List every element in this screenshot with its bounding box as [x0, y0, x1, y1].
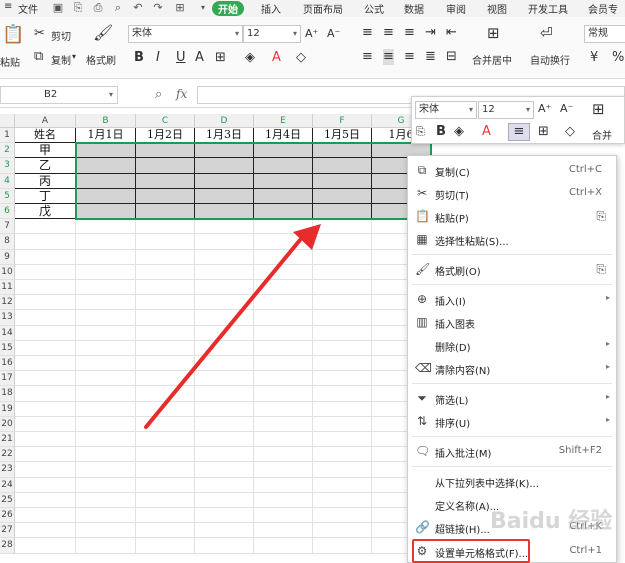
menu-item-delete[interactable]: 删除(D) ▸ — [408, 335, 616, 357]
submenu-arrow-icon: ▸ — [605, 339, 610, 348]
menu-separator — [412, 466, 612, 467]
menu-item-shortcut: Ctrl+C — [568, 164, 602, 175]
menu-item-format-painter[interactable]: 🖌 格式刷(O) ⎘ — [408, 259, 616, 281]
menu-item-cut[interactable]: ✂ 剪切(T) Ctrl+X — [408, 183, 616, 205]
context-menu: ⧉ 复制(C) Ctrl+C ✂ 剪切(T) Ctrl+X 📋 粘贴(P) ⎘ … — [407, 155, 617, 563]
menu-separator — [412, 383, 612, 384]
menu-item-label: 筛选(L) — [435, 396, 469, 407]
mini-font-name-value: 宋体 — [419, 104, 439, 115]
sort-icon: ⇅ — [416, 414, 428, 428]
menu-item-shortcut: Shift+F2 — [558, 445, 602, 456]
insert-icon: ⊕ — [416, 292, 428, 306]
menu-item-clear-contents[interactable]: ⌫ 清除内容(N) ▸ — [408, 358, 616, 380]
submenu-arrow-icon: ▸ — [605, 415, 610, 424]
menu-item-paste-special[interactable]: ▦ 选择性粘贴(S)... — [408, 229, 616, 251]
mini-merge-button[interactable]: 合并 — [592, 127, 612, 142]
comment-icon: 🗨 — [415, 444, 431, 458]
cut-icon: ✂ — [416, 186, 428, 200]
format-painter-lock-icon[interactable]: ⎘ — [596, 262, 606, 277]
menu-item-insert-chart[interactable]: ▥ 插入图表 — [408, 312, 616, 334]
mini-align-icon[interactable]: ≡ — [508, 123, 530, 141]
mini-font-color-icon[interactable]: A — [482, 124, 491, 140]
submenu-arrow-icon: ▸ — [605, 293, 610, 302]
format-cells-highlight — [412, 539, 530, 563]
mini-font-size-select[interactable]: 12 ▾ — [478, 101, 534, 119]
eraser-icon: ⌫ — [415, 361, 432, 375]
menu-item-label: 剪切(T) — [435, 191, 469, 202]
watermark: Baidu 经验 — [490, 509, 613, 534]
mini-merge-icon[interactable]: ⊞ — [592, 101, 605, 117]
menu-item-label: 排序(U) — [435, 419, 471, 430]
link-icon: 🔗 — [415, 520, 430, 534]
mini-toolbar: 宋体 ▾ 12 ▾ A⁺ A⁻ ⊞ ⎘ B ◈ A ≡ ⊞ ◇ 合并 — [411, 96, 625, 144]
submenu-arrow-icon: ▸ — [605, 362, 610, 371]
menu-item-sort[interactable]: ⇅ 排序(U) ▸ — [408, 411, 616, 433]
mini-increase-font-icon[interactable]: A⁺ — [538, 101, 551, 117]
filter-icon: ⏷ — [417, 391, 427, 405]
menu-item-insert[interactable]: ⊕ 插入(I) ▸ — [408, 289, 616, 311]
paste-options-icon[interactable]: ⎘ — [596, 209, 606, 224]
menu-item-copy[interactable]: ⧉ 复制(C) Ctrl+C — [408, 160, 616, 182]
submenu-arrow-icon: ▸ — [605, 392, 610, 401]
menu-item-label: 复制(C) — [435, 168, 470, 179]
menu-item-label: 插入(I) — [435, 297, 466, 308]
mini-decrease-font-icon[interactable]: A⁻ — [560, 101, 573, 117]
mini-font-size-value: 12 — [482, 104, 495, 115]
mini-clear-icon[interactable]: ◇ — [565, 124, 575, 140]
mini-font-name-select[interactable]: 宋体 ▾ — [415, 101, 477, 119]
copy-icon: ⧉ — [417, 163, 427, 177]
menu-separator — [412, 284, 612, 285]
mini-bold-button[interactable]: B — [436, 124, 446, 140]
menu-item-shortcut: Ctrl+1 — [569, 545, 602, 556]
menu-item-label: 选择性粘贴(S)... — [435, 237, 509, 248]
menu-item-label: 超链接(H)... — [435, 525, 490, 536]
menu-item-insert-comment[interactable]: 🗨 插入批注(M) Shift+F2 — [408, 441, 616, 463]
mini-border-icon[interactable]: ⊞ — [538, 124, 549, 140]
paste-special-icon: ▦ — [416, 232, 428, 246]
menu-item-label: 粘贴(P) — [435, 214, 469, 225]
menu-item-label: 插入批注(M) — [435, 449, 492, 460]
menu-item-paste[interactable]: 📋 粘贴(P) ⎘ — [408, 206, 616, 228]
menu-item-label: 删除(D) — [435, 343, 471, 354]
menu-item-label: 从下拉列表中选择(K)... — [435, 479, 539, 490]
menu-item-label: 插入图表 — [435, 320, 475, 331]
mini-format-painter-icon[interactable]: ⎘ — [416, 124, 425, 140]
mini-fill-color-icon[interactable]: ◈ — [454, 124, 464, 140]
menu-item-shortcut: Ctrl+X — [568, 187, 602, 198]
menu-item-label: 清除内容(N) — [435, 366, 491, 377]
chart-icon: ▥ — [416, 315, 428, 329]
menu-item-label: 格式刷(O) — [435, 267, 481, 278]
menu-item-filter[interactable]: ⏷ 筛选(L) ▸ — [408, 388, 616, 410]
paste-icon: 📋 — [415, 209, 430, 223]
menu-item-pick-from-list[interactable]: 从下拉列表中选择(K)... — [408, 471, 616, 493]
format-painter-icon: 🖌 — [415, 262, 431, 276]
menu-separator — [412, 254, 612, 255]
menu-separator — [412, 436, 612, 437]
